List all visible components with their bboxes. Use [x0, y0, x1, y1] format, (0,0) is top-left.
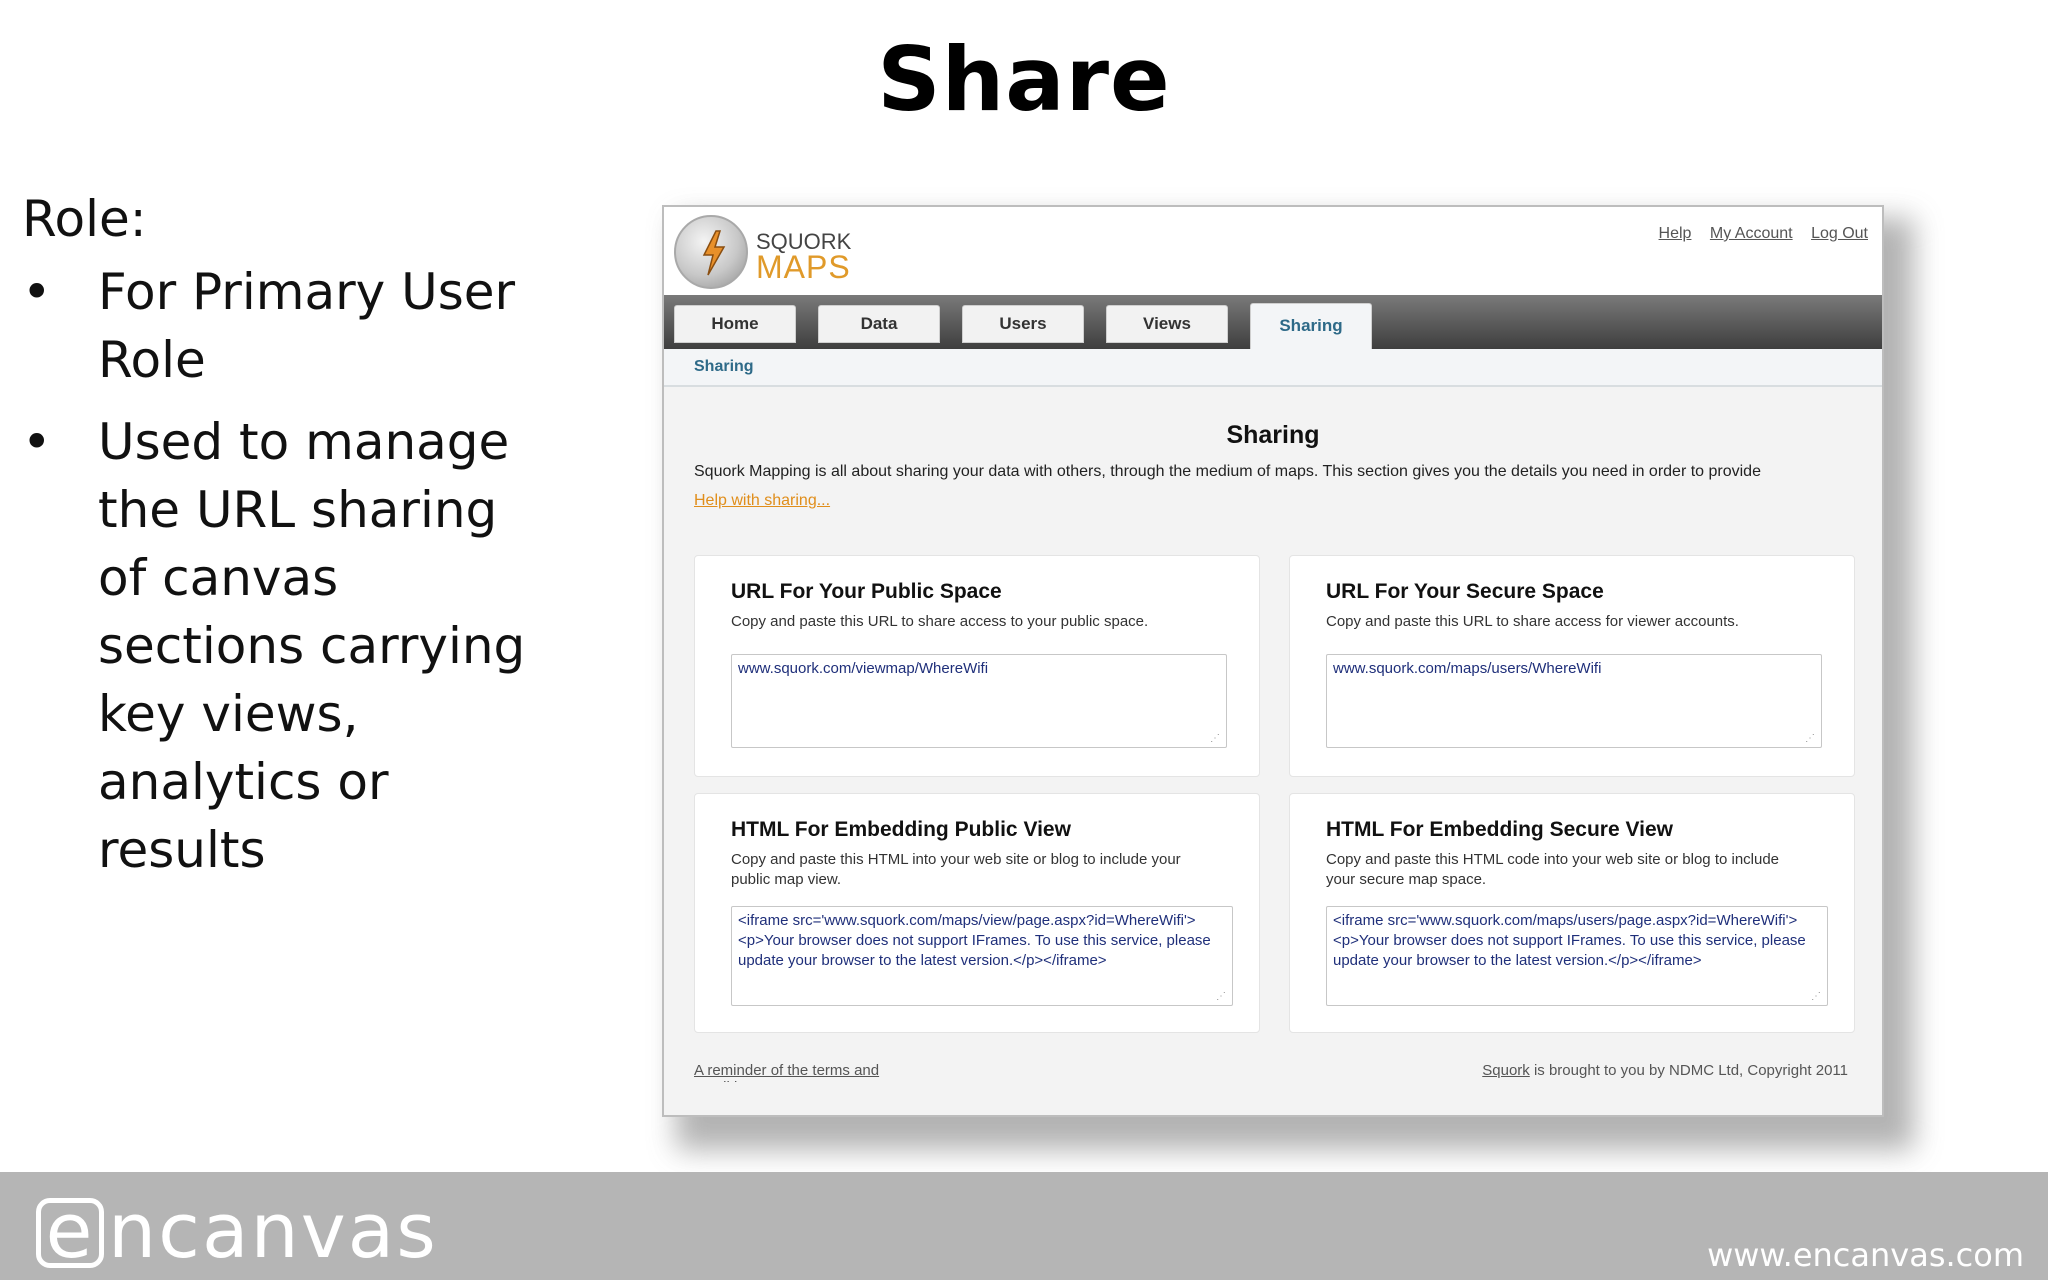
panel-title: URL For Your Public Space: [731, 580, 1002, 603]
bullet-list: • For Primary User Role • Used to manage t…: [22, 258, 622, 884]
field-value: <iframe src='www.squork.com/maps/view/pa…: [738, 912, 1211, 969]
role-label: Role:: [22, 190, 147, 248]
logo-text-bottom: MAPS: [756, 249, 851, 285]
squork-footer-link[interactable]: Squork: [1482, 1062, 1530, 1079]
public-embed-code-field[interactable]: <iframe src='www.squork.com/maps/view/pa…: [731, 906, 1233, 1006]
help-link[interactable]: Help: [1659, 225, 1692, 242]
page-title: Sharing: [1226, 421, 1320, 449]
field-value: www.squork.com/maps/users/WhereWifi: [1333, 660, 1602, 677]
resize-grip-icon[interactable]: ⋰: [1216, 992, 1228, 1002]
role-description: Role: • For Primary User Role • Used to ma…: [22, 186, 622, 898]
secure-embed-code-field[interactable]: <iframe src='www.squork.com/maps/users/p…: [1326, 906, 1828, 1006]
secure-embed-panel: HTML For Embedding Secure View Copy and …: [1289, 793, 1855, 1033]
squork-logo-icon[interactable]: [674, 215, 748, 289]
top-links: Help My Account Log Out: [1645, 225, 1868, 243]
copyright-notice: Squork is brought to you by NDMC Ltd, Co…: [1482, 1062, 1848, 1079]
tab-users[interactable]: Users: [962, 305, 1084, 343]
field-value: www.squork.com/viewmap/WhereWifi: [738, 660, 989, 677]
resize-grip-icon[interactable]: ⋰: [1811, 992, 1823, 1002]
log-out-link[interactable]: Log Out: [1811, 225, 1868, 242]
panel-title: HTML For Embedding Secure View: [1326, 818, 1673, 841]
tab-views[interactable]: Views: [1106, 305, 1228, 343]
slide-title: Share: [877, 28, 1171, 131]
logo-wordmark: ncanvas: [108, 1186, 438, 1275]
bullet-glyph: •: [22, 413, 52, 471]
panel-description: Copy and paste this HTML into your web s…: [731, 851, 1181, 888]
encanvas-logo: e ncanvas: [36, 1186, 438, 1275]
public-url-field[interactable]: www.squork.com/viewmap/WhereWifi ⋰: [731, 654, 1227, 748]
intro-text: Squork Mapping is all about sharing your…: [694, 463, 1761, 480]
sharing-content: Sharing Squork Mapping is all about shar…: [664, 387, 1882, 1115]
resize-grip-icon[interactable]: ⋰: [1210, 734, 1222, 744]
copyright-text: is brought to you by NDMC Ltd, Copyright…: [1529, 1062, 1848, 1079]
app-screenshot: SQUORK MAPS Help My Account Log Out Home…: [662, 205, 1884, 1117]
bullet-text: Used to manage the URL sharing of canvas…: [98, 413, 526, 879]
tab-home[interactable]: Home: [674, 305, 796, 343]
bullet-item: • Used to manage the URL sharing of canva…: [22, 408, 542, 884]
help-with-sharing-link[interactable]: Help with sharing...: [694, 492, 830, 510]
footer-bar: e ncanvas www.encanvas.com: [0, 1172, 2048, 1280]
website-url: www.encanvas.com: [1707, 1236, 2024, 1274]
breadcrumb-sharing[interactable]: Sharing: [694, 358, 754, 376]
app-header: SQUORK MAPS Help My Account Log Out: [664, 207, 1882, 297]
breadcrumb: Sharing: [664, 349, 1882, 387]
public-url-panel: URL For Your Public Space Copy and paste…: [694, 555, 1260, 777]
panel-description: Copy and paste this URL to share access …: [1326, 613, 1739, 630]
field-value: <iframe src='www.squork.com/maps/users/p…: [1333, 912, 1806, 969]
secure-url-panel: URL For Your Secure Space Copy and paste…: [1289, 555, 1855, 777]
tab-bar: Home Data Users Views Sharing: [664, 295, 1882, 349]
panel-title: URL For Your Secure Space: [1326, 580, 1604, 603]
tab-sharing[interactable]: Sharing: [1250, 303, 1372, 349]
bullet-text: For Primary User Role: [98, 263, 516, 389]
secure-url-field[interactable]: www.squork.com/maps/users/WhereWifi ⋰: [1326, 654, 1822, 748]
public-embed-panel: HTML For Embedding Public View Copy and …: [694, 793, 1260, 1033]
panel-description: Copy and paste this HTML code into your …: [1326, 851, 1780, 888]
logo-e-glyph: e: [36, 1193, 104, 1269]
bullet-item: • For Primary User Role: [22, 258, 542, 394]
panel-title: HTML For Embedding Public View: [731, 818, 1071, 841]
tab-data[interactable]: Data: [818, 305, 940, 343]
bullet-glyph: •: [22, 263, 52, 321]
terms-link[interactable]: A reminder of the terms and conditions: [694, 1062, 894, 1082]
my-account-link[interactable]: My Account: [1710, 225, 1793, 242]
panel-description: Copy and paste this URL to share access …: [731, 613, 1149, 630]
lightning-bolt-icon: [702, 230, 726, 276]
resize-grip-icon[interactable]: ⋰: [1805, 734, 1817, 744]
